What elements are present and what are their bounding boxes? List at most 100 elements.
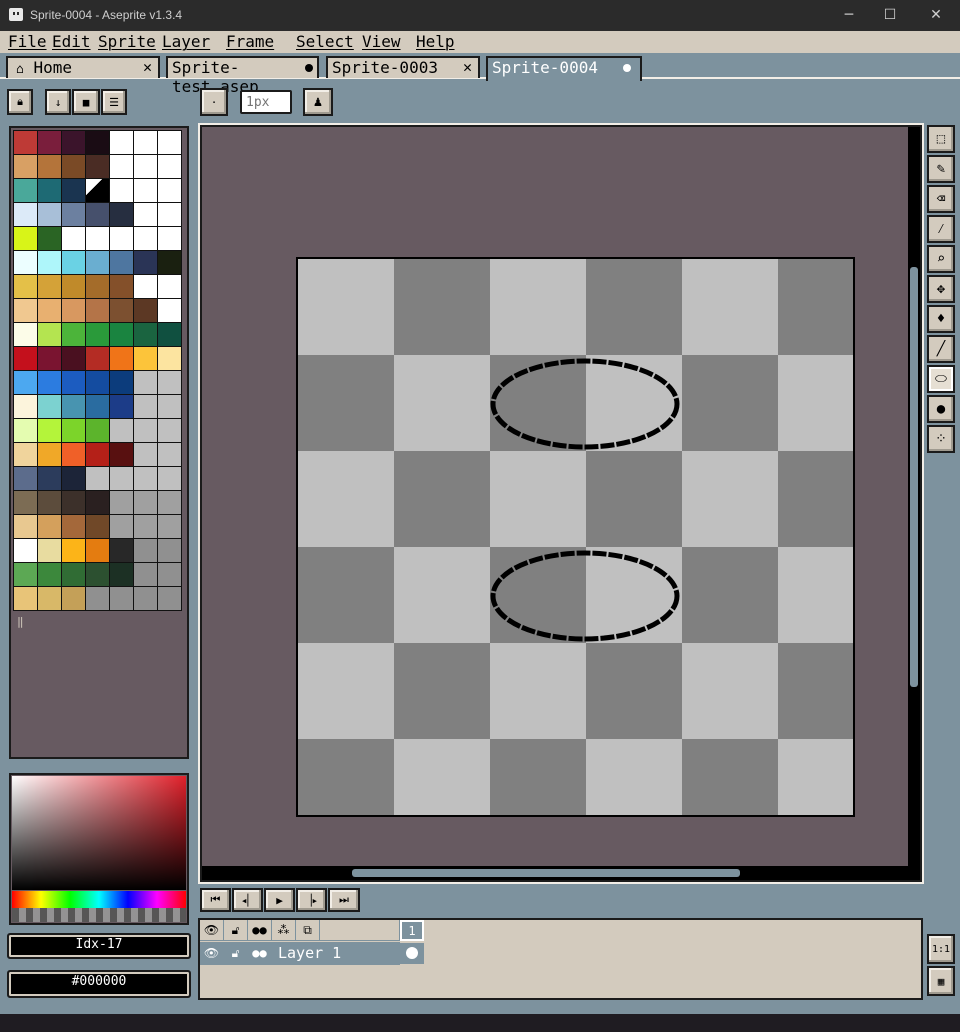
palette-swatch[interactable] <box>38 563 62 587</box>
continuous-header-icon[interactable]: ●● <box>248 920 272 941</box>
cel-cell[interactable] <box>400 943 424 964</box>
palette-swatch[interactable] <box>62 467 86 491</box>
palette-swatch[interactable] <box>134 419 158 443</box>
palette-swatch[interactable] <box>62 491 86 515</box>
palette-swatch[interactable] <box>62 347 86 371</box>
hue-slider[interactable] <box>12 891 186 908</box>
line-tool[interactable]: ╱ <box>927 335 955 363</box>
palette-swatch[interactable] <box>158 347 182 371</box>
tab-sprite-0003[interactable]: Sprite-0003 ✕ <box>326 56 480 78</box>
palette-swatch[interactable] <box>158 539 182 563</box>
palette-swatch[interactable] <box>110 467 134 491</box>
palette-swatch[interactable] <box>62 299 86 323</box>
filmstrip-button[interactable]: ▦ <box>927 966 955 996</box>
palette-swatch[interactable] <box>110 419 134 443</box>
palette-swatch[interactable] <box>14 563 38 587</box>
palette-menu-button[interactable]: ☰ <box>101 89 127 115</box>
palette-swatch[interactable] <box>110 275 134 299</box>
palette-swatch[interactable] <box>86 275 110 299</box>
palette-swatch[interactable] <box>14 155 38 179</box>
palette-swatch[interactable] <box>86 539 110 563</box>
palette-swatch[interactable] <box>158 395 182 419</box>
palette-swatch[interactable] <box>158 251 182 275</box>
menu-layer[interactable]: Layer <box>162 32 210 51</box>
palette-swatch[interactable] <box>158 155 182 179</box>
close-icon[interactable]: ✕ <box>143 58 152 77</box>
palette-swatch[interactable] <box>110 563 134 587</box>
layer-name[interactable]: Layer 1 <box>272 943 400 964</box>
reset-zoom-button[interactable]: 1:1 <box>927 934 955 964</box>
brush-size-input[interactable] <box>240 90 292 114</box>
palette-swatch[interactable] <box>14 395 38 419</box>
palette-swatch[interactable] <box>86 299 110 323</box>
palette-swatch[interactable] <box>134 443 158 467</box>
spray-tool[interactable]: ⁘ <box>927 425 955 453</box>
palette-options-button[interactable]: ↓ <box>45 89 71 115</box>
palette-swatch[interactable] <box>62 131 86 155</box>
palette-swatch[interactable] <box>14 467 38 491</box>
frame-header[interactable]: 1 <box>400 920 424 941</box>
palette-swatch[interactable] <box>158 299 182 323</box>
palette-swatch[interactable] <box>134 515 158 539</box>
palette-swatch[interactable] <box>62 395 86 419</box>
palette-swatch[interactable] <box>110 131 134 155</box>
palette-swatch[interactable] <box>134 155 158 179</box>
palette-swatch[interactable] <box>38 371 62 395</box>
palette-swatch[interactable] <box>38 227 62 251</box>
palette-swatch[interactable] <box>110 227 134 251</box>
palette-swatch[interactable] <box>62 443 86 467</box>
menu-sprite[interactable]: Sprite <box>98 32 156 51</box>
palette-swatch[interactable] <box>86 203 110 227</box>
palette-swatch[interactable] <box>110 347 134 371</box>
palette-swatch[interactable] <box>62 587 86 611</box>
minimize-button[interactable]: ─ <box>834 4 864 26</box>
palette-swatch[interactable] <box>158 587 182 611</box>
palette-swatch[interactable] <box>14 587 38 611</box>
palette-swatch[interactable] <box>158 275 182 299</box>
palette-swatch[interactable] <box>86 371 110 395</box>
tab-home[interactable]: ⌂ Home ✕ <box>6 56 160 78</box>
continuous-icon[interactable]: ●● <box>248 943 272 964</box>
palette-swatch[interactable] <box>38 323 62 347</box>
palette-swatch[interactable] <box>158 443 182 467</box>
marquee-tool[interactable]: ⬚ <box>927 125 955 153</box>
lock-header-icon[interactable]: 🔓︎ <box>224 920 248 941</box>
palette-swatch[interactable] <box>86 443 110 467</box>
palette-swatch[interactable] <box>110 395 134 419</box>
eraser-tool[interactable]: ⌫ <box>927 185 955 213</box>
palette-swatch[interactable] <box>110 323 134 347</box>
palette-swatch[interactable] <box>134 131 158 155</box>
previous-frame-button[interactable]: ◂▏ <box>232 888 263 912</box>
saturation-value-area[interactable] <box>12 776 186 890</box>
palette-swatch[interactable] <box>86 227 110 251</box>
palette-swatch[interactable] <box>110 371 134 395</box>
zoom-tool[interactable]: ⌕ <box>927 245 955 273</box>
menu-edit[interactable]: Edit <box>52 32 91 51</box>
palette-swatch[interactable] <box>158 515 182 539</box>
palette-swatch[interactable] <box>86 419 110 443</box>
palette-swatch[interactable] <box>38 251 62 275</box>
tab-sprite-test[interactable]: Sprite-test.asep <box>166 56 319 96</box>
palette-swatch[interactable] <box>38 395 62 419</box>
scrollbar-thumb[interactable] <box>910 267 918 687</box>
palette-swatch[interactable] <box>110 587 134 611</box>
palette-swatch[interactable] <box>158 467 182 491</box>
last-frame-button[interactable]: ⏭ <box>328 888 360 912</box>
palette-swatch[interactable] <box>134 395 158 419</box>
palette-swatch[interactable] <box>14 299 38 323</box>
palette-swatch[interactable] <box>110 179 134 203</box>
palette-swatch[interactable] <box>86 467 110 491</box>
palette-swatch[interactable] <box>38 587 62 611</box>
palette-swatch[interactable] <box>14 515 38 539</box>
palette-swatch[interactable] <box>110 203 134 227</box>
palette-swatch[interactable] <box>14 347 38 371</box>
first-frame-button[interactable]: ⏮ <box>200 888 231 912</box>
contour-tool[interactable]: ● <box>927 395 955 423</box>
eye-icon[interactable]: 👁︎ <box>200 943 224 964</box>
palette-swatch[interactable] <box>134 371 158 395</box>
palette-swatch[interactable] <box>38 203 62 227</box>
palette-swatch[interactable] <box>62 371 86 395</box>
palette-swatch[interactable] <box>86 251 110 275</box>
palette-swatch[interactable] <box>158 179 182 203</box>
horizontal-scrollbar[interactable] <box>202 866 920 880</box>
